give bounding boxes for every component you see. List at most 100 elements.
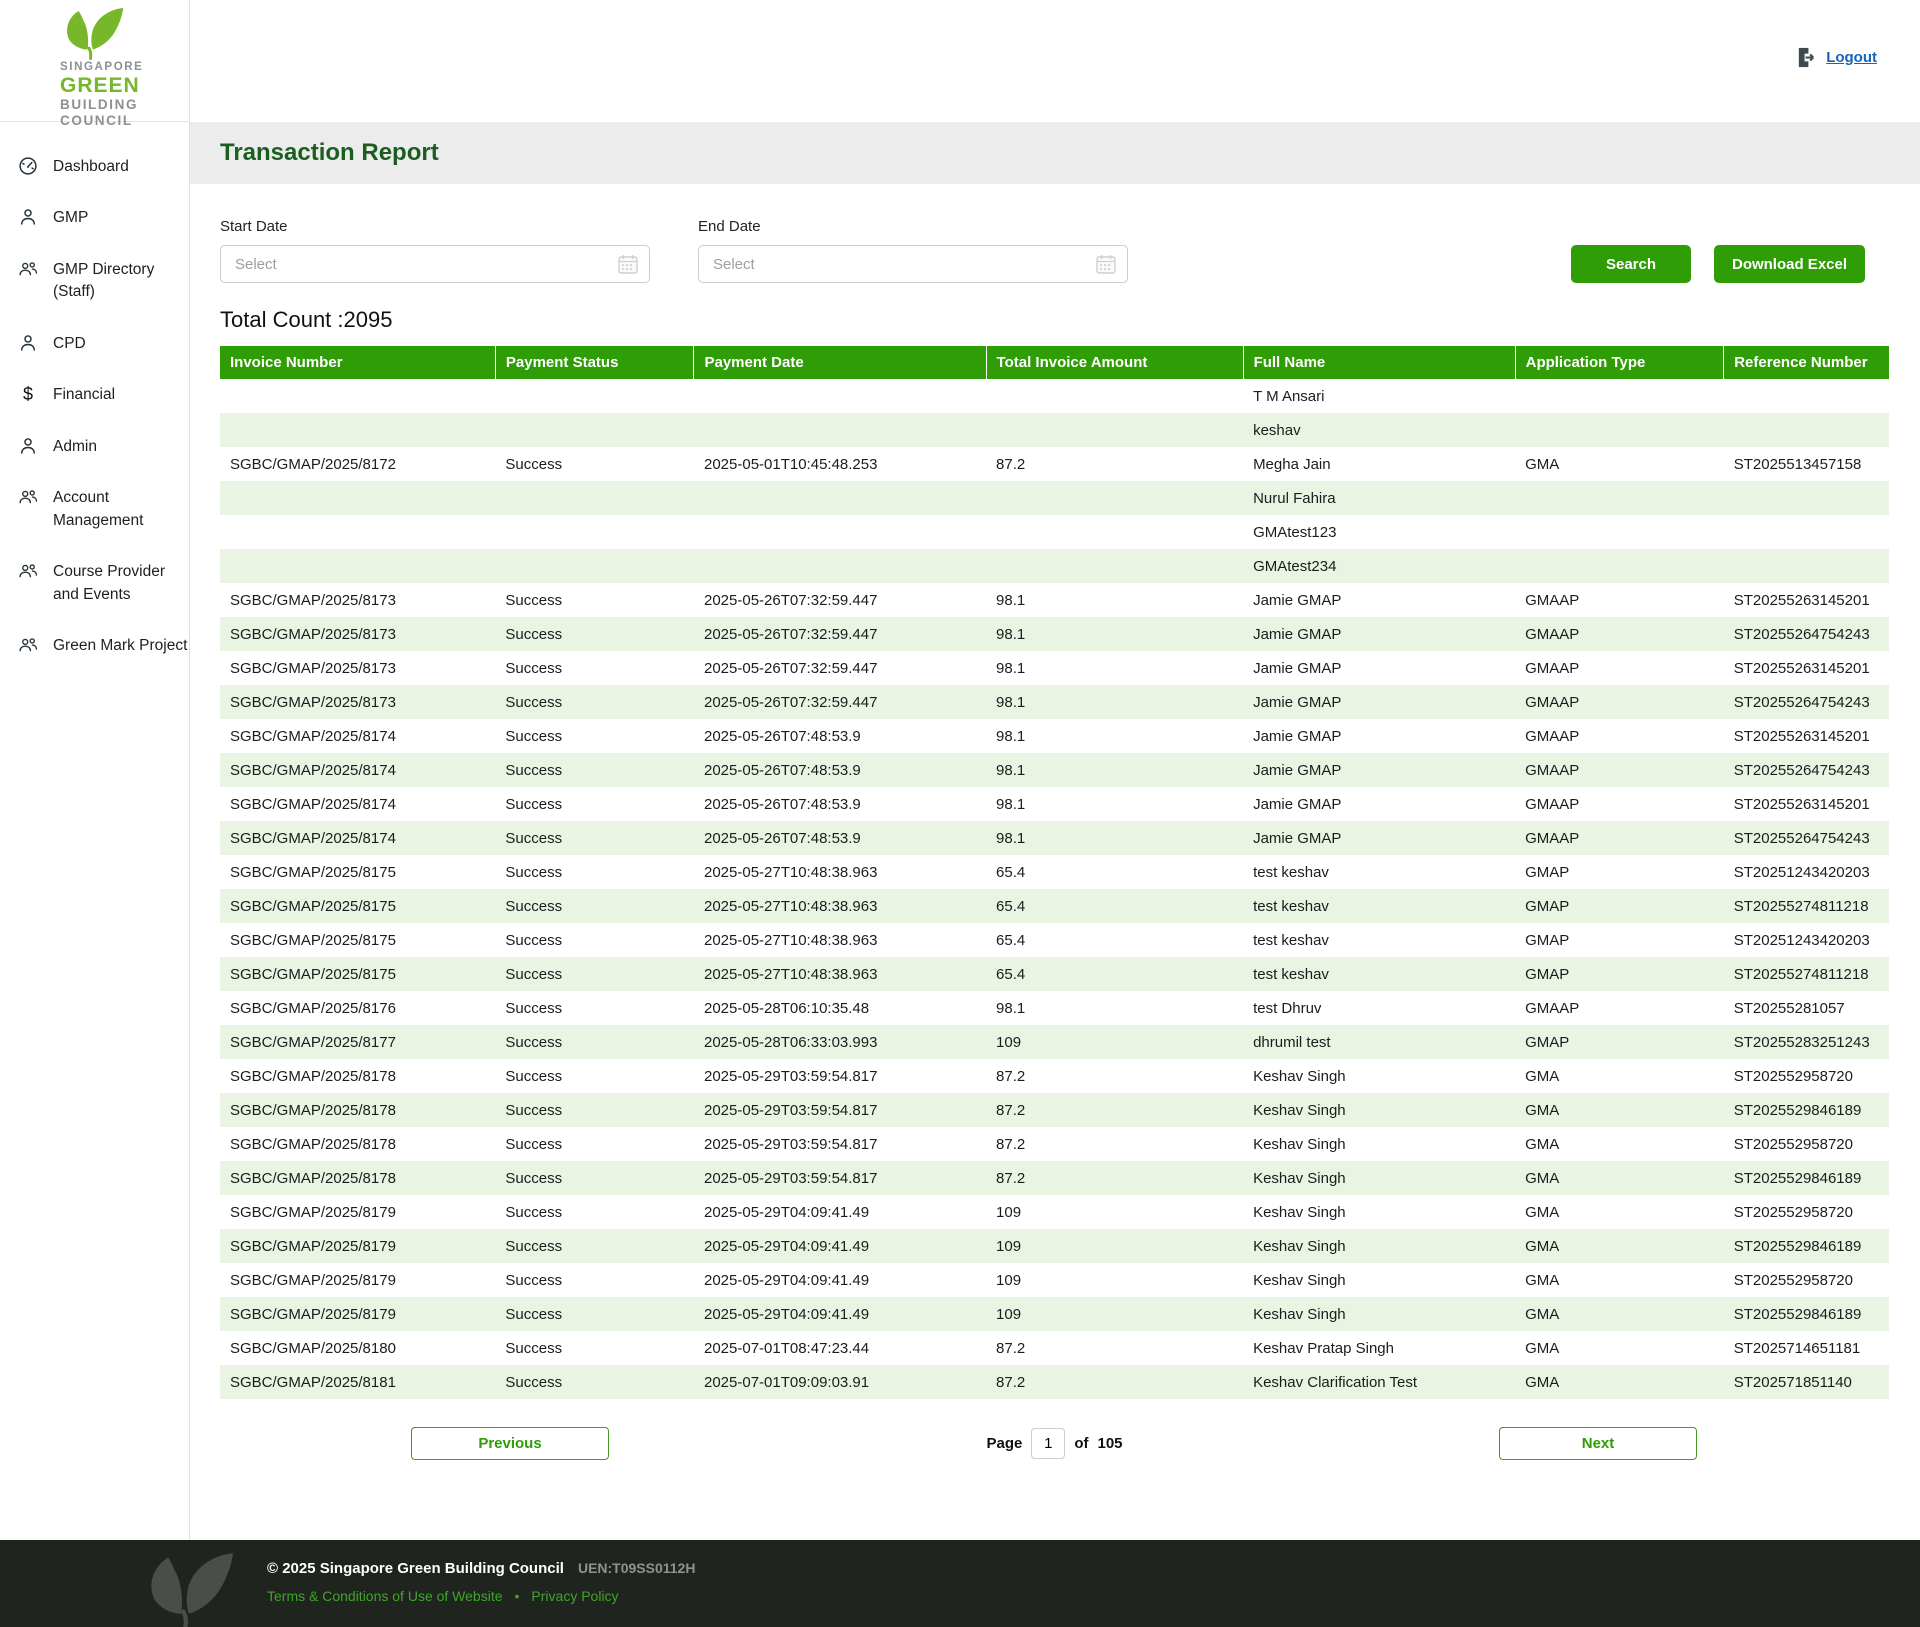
cell-reference-number[interactable]: ST2025529846189 xyxy=(1724,1229,1889,1263)
cell-payment-status: Success xyxy=(495,617,694,651)
cell-reference-number[interactable]: ST202552958720 xyxy=(1724,1059,1889,1093)
cell-application-type: GMA xyxy=(1515,1127,1724,1161)
cell-application-type: GMAP xyxy=(1515,1025,1724,1059)
table-row: Nurul Fahira xyxy=(220,481,1889,515)
cell-full-name: GMAtest123 xyxy=(1243,515,1515,549)
cell-reference-number[interactable]: ST20255283251243 xyxy=(1724,1025,1889,1059)
cell-reference-number[interactable]: ST20255274811218 xyxy=(1724,889,1889,923)
cell-reference-number[interactable]: ST20255274811218 xyxy=(1724,957,1889,991)
sidebar-item-dashboard[interactable]: Dashboard xyxy=(17,156,189,178)
cell-reference-number[interactable]: ST20255263145201 xyxy=(1724,719,1889,753)
start-date-input[interactable] xyxy=(220,245,650,283)
cell-reference-number[interactable]: ST2025529846189 xyxy=(1724,1161,1889,1195)
cell-invoice-number: SGBC/GMAP/2025/8173 xyxy=(220,617,495,651)
table-row: SGBC/GMAP/2025/8178Success2025-05-29T03:… xyxy=(220,1161,1889,1195)
cell-total-invoice-amount: 109 xyxy=(986,1297,1243,1331)
search-button[interactable]: Search xyxy=(1571,245,1691,283)
cell-reference-number[interactable]: ST20255264754243 xyxy=(1724,685,1889,719)
cell-full-name: Keshav Singh xyxy=(1243,1059,1515,1093)
cell-total-invoice-amount xyxy=(986,379,1243,413)
logout-link[interactable]: Logout xyxy=(1795,46,1877,69)
cell-payment-status: Success xyxy=(495,1093,694,1127)
cell-total-invoice-amount: 87.2 xyxy=(986,1365,1243,1399)
cell-payment-date: 2025-05-28T06:10:35.48 xyxy=(694,991,986,1025)
sidebar-item-label: Admin xyxy=(53,436,97,458)
cell-reference-number xyxy=(1724,515,1889,549)
cell-reference-number[interactable]: ST20255264754243 xyxy=(1724,821,1889,855)
sidebar-item-admin[interactable]: Admin xyxy=(17,436,189,458)
cell-payment-status xyxy=(495,515,694,549)
cell-full-name: test keshav xyxy=(1243,855,1515,889)
cell-total-invoice-amount: 98.1 xyxy=(986,753,1243,787)
cell-total-invoice-amount xyxy=(986,515,1243,549)
cell-application-type xyxy=(1515,549,1724,583)
cell-reference-number[interactable]: ST20255264754243 xyxy=(1724,753,1889,787)
cell-payment-date: 2025-07-01T09:09:03.91 xyxy=(694,1365,986,1399)
cell-reference-number[interactable]: ST202552958720 xyxy=(1724,1127,1889,1161)
cell-application-type: GMAAP xyxy=(1515,991,1724,1025)
cell-total-invoice-amount: 87.2 xyxy=(986,1059,1243,1093)
cell-reference-number[interactable]: ST20251243420203 xyxy=(1724,923,1889,957)
sidebar-item-gmp[interactable]: GMP xyxy=(17,207,189,229)
privacy-policy-link[interactable]: Privacy Policy xyxy=(531,1588,618,1604)
cell-application-type: GMA xyxy=(1515,1161,1724,1195)
of-label: of xyxy=(1074,1435,1088,1452)
end-date-input[interactable] xyxy=(698,245,1128,283)
cell-reference-number[interactable]: ST20255263145201 xyxy=(1724,651,1889,685)
cell-reference-number[interactable]: ST20251243420203 xyxy=(1724,855,1889,889)
cell-reference-number[interactable]: ST202571851140 xyxy=(1724,1365,1889,1399)
table-row: SGBC/GMAP/2025/8175Success2025-05-27T10:… xyxy=(220,889,1889,923)
cell-reference-number[interactable]: ST2025529846189 xyxy=(1724,1093,1889,1127)
cell-full-name: Keshav Singh xyxy=(1243,1263,1515,1297)
page-number-input[interactable] xyxy=(1031,1428,1065,1459)
cell-payment-date: 2025-05-26T07:48:53.9 xyxy=(694,821,986,855)
sidebar-item-financial[interactable]: $Financial xyxy=(17,384,189,406)
logo-text: SINGAPORE GREEN BUILDING COUNCIL xyxy=(60,61,189,128)
cell-payment-status: Success xyxy=(495,1127,694,1161)
sidebar-item-cpd[interactable]: CPD xyxy=(17,333,189,355)
cell-reference-number[interactable]: ST2025714651181 xyxy=(1724,1331,1889,1365)
cell-full-name: Jamie GMAP xyxy=(1243,583,1515,617)
sidebar-item-green-mark-project[interactable]: Green Mark Project xyxy=(17,635,189,657)
cell-payment-date: 2025-05-27T10:48:38.963 xyxy=(694,855,986,889)
cell-invoice-number: SGBC/GMAP/2025/8173 xyxy=(220,685,495,719)
cell-reference-number[interactable]: ST20255281057 xyxy=(1724,991,1889,1025)
cell-invoice-number xyxy=(220,413,495,447)
cell-payment-date: 2025-05-26T07:48:53.9 xyxy=(694,753,986,787)
cell-total-invoice-amount: 109 xyxy=(986,1195,1243,1229)
cell-payment-status: Success xyxy=(495,1263,694,1297)
footer-leaf-icon xyxy=(138,1546,246,1627)
cell-invoice-number: SGBC/GMAP/2025/8180 xyxy=(220,1331,495,1365)
next-page-button[interactable]: Next xyxy=(1499,1427,1697,1460)
sidebar-item-course-provider-and-events[interactable]: Course Provider and Events xyxy=(17,561,189,606)
cell-payment-status: Success xyxy=(495,583,694,617)
cell-full-name: Jamie GMAP xyxy=(1243,617,1515,651)
main-row: SINGAPORE GREEN BUILDING COUNCIL Dashboa… xyxy=(0,0,1920,1540)
cell-reference-number[interactable]: ST20255263145201 xyxy=(1724,583,1889,617)
cell-reference-number[interactable]: ST20255264754243 xyxy=(1724,617,1889,651)
cell-total-invoice-amount xyxy=(986,413,1243,447)
cell-reference-number[interactable]: ST20255263145201 xyxy=(1724,787,1889,821)
column-header-payment-status: Payment Status xyxy=(495,346,694,379)
cell-reference-number xyxy=(1724,549,1889,583)
cell-payment-status: Success xyxy=(495,821,694,855)
calendar-icon xyxy=(1094,252,1118,276)
cell-reference-number[interactable]: ST2025529846189 xyxy=(1724,1297,1889,1331)
cell-total-invoice-amount: 87.2 xyxy=(986,1161,1243,1195)
cell-reference-number[interactable]: ST202552958720 xyxy=(1724,1195,1889,1229)
title-band: Transaction Report xyxy=(190,122,1920,184)
cell-reference-number[interactable]: ST2025513457158 xyxy=(1724,447,1889,481)
cell-total-invoice-amount: 87.2 xyxy=(986,1127,1243,1161)
sidebar-item-account-management[interactable]: Account Management xyxy=(17,487,189,532)
terms-link[interactable]: Terms & Conditions of Use of Website xyxy=(267,1588,503,1604)
sidebar-item-gmp-directory-staff[interactable]: GMP Directory (Staff) xyxy=(17,259,189,304)
download-excel-button[interactable]: Download Excel xyxy=(1714,245,1865,283)
cell-reference-number[interactable]: ST202552958720 xyxy=(1724,1263,1889,1297)
cell-invoice-number: SGBC/GMAP/2025/8177 xyxy=(220,1025,495,1059)
cell-application-type xyxy=(1515,515,1724,549)
cell-full-name: Jamie GMAP xyxy=(1243,685,1515,719)
cell-payment-date: 2025-05-26T07:32:59.447 xyxy=(694,651,986,685)
cell-invoice-number: SGBC/GMAP/2025/8175 xyxy=(220,855,495,889)
cell-full-name: Keshav Singh xyxy=(1243,1297,1515,1331)
cell-payment-date xyxy=(694,379,986,413)
